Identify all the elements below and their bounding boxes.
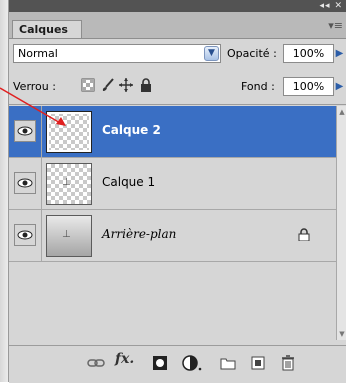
lock-label: Verrou : — [13, 80, 56, 93]
layer-thumbnail[interactable] — [46, 111, 92, 153]
link-icon[interactable] — [87, 354, 105, 372]
layer-name[interactable]: Calque 1 — [102, 175, 155, 189]
layer-name[interactable]: Calque 2 — [102, 123, 161, 137]
layer-row-arriere-plan[interactable]: ⊥ Arrière-plan — [9, 210, 336, 262]
blend-mode-select[interactable]: Normal ▼ — [13, 44, 221, 63]
fill-label: Fond : — [241, 80, 275, 93]
eye-icon — [17, 178, 33, 188]
lock-row: Verrou : Fond : 100% ▶ — [9, 75, 346, 101]
layer-name[interactable]: Arrière-plan — [102, 227, 176, 241]
lock-all-icon[interactable] — [139, 78, 153, 92]
move-icon[interactable] — [119, 78, 133, 92]
layer-thumbnail[interactable]: ⊥ — [46, 215, 92, 257]
blend-row: Normal ▼ Opacité : 100% ▶ — [9, 40, 346, 68]
fill-slider-arrow-icon[interactable]: ▶ — [335, 77, 344, 96]
layer-row-calque-1[interactable]: ⊥ Calque 1 — [9, 158, 336, 210]
collapse-icon[interactable]: ◂◂ — [320, 1, 331, 11]
fill-input[interactable]: 100% — [283, 77, 334, 96]
visibility-toggle[interactable] — [14, 120, 36, 142]
layers-scrollbar[interactable]: ▲ ▼ — [336, 106, 346, 340]
layer-row-calque-2[interactable]: Calque 2 — [9, 106, 336, 158]
left-edge — [0, 0, 9, 382]
layers-toolbar: fx. — [9, 345, 346, 383]
scroll-down-icon[interactable]: ▼ — [338, 330, 346, 338]
opacity-input[interactable]: 100% — [283, 44, 334, 63]
eye-icon — [17, 230, 33, 240]
chevron-down-icon[interactable]: ▼ — [204, 46, 219, 61]
visibility-toggle[interactable] — [14, 224, 36, 246]
panel-titlebar: ◂◂ ✕ — [9, 0, 346, 12]
fx-icon[interactable]: fx. — [115, 351, 134, 369]
tab-bar: Calques ▾≡ — [9, 12, 346, 39]
blend-mode-value: Normal — [18, 47, 58, 60]
opacity-label: Opacité : — [227, 47, 277, 60]
new-layer-icon[interactable] — [249, 354, 267, 372]
visibility-toggle[interactable] — [14, 172, 36, 194]
trash-icon[interactable] — [279, 354, 297, 372]
lock-icon — [298, 228, 310, 241]
opacity-slider-arrow-icon[interactable]: ▶ — [335, 44, 344, 63]
panel-menu-icon[interactable]: ▾≡ — [328, 19, 343, 32]
tab-calques[interactable]: Calques — [12, 20, 82, 38]
layers-panel: ◂◂ ✕ Calques ▾≡ Normal ▼ Opacité : 100% … — [9, 0, 346, 383]
scroll-up-icon[interactable]: ▲ — [338, 108, 346, 116]
eye-icon — [17, 126, 33, 136]
adjustment-icon[interactable] — [181, 354, 203, 372]
folder-icon[interactable] — [219, 354, 237, 372]
layers-list: Calque 2 ⊥ Calque 1 ⊥ Arrière-plan — [9, 106, 336, 340]
mask-icon[interactable] — [151, 354, 169, 372]
lock-transparency-icon[interactable] — [81, 78, 95, 92]
close-icon[interactable]: ✕ — [334, 1, 343, 11]
brush-icon[interactable] — [101, 78, 115, 92]
layer-thumbnail[interactable]: ⊥ — [46, 163, 92, 205]
